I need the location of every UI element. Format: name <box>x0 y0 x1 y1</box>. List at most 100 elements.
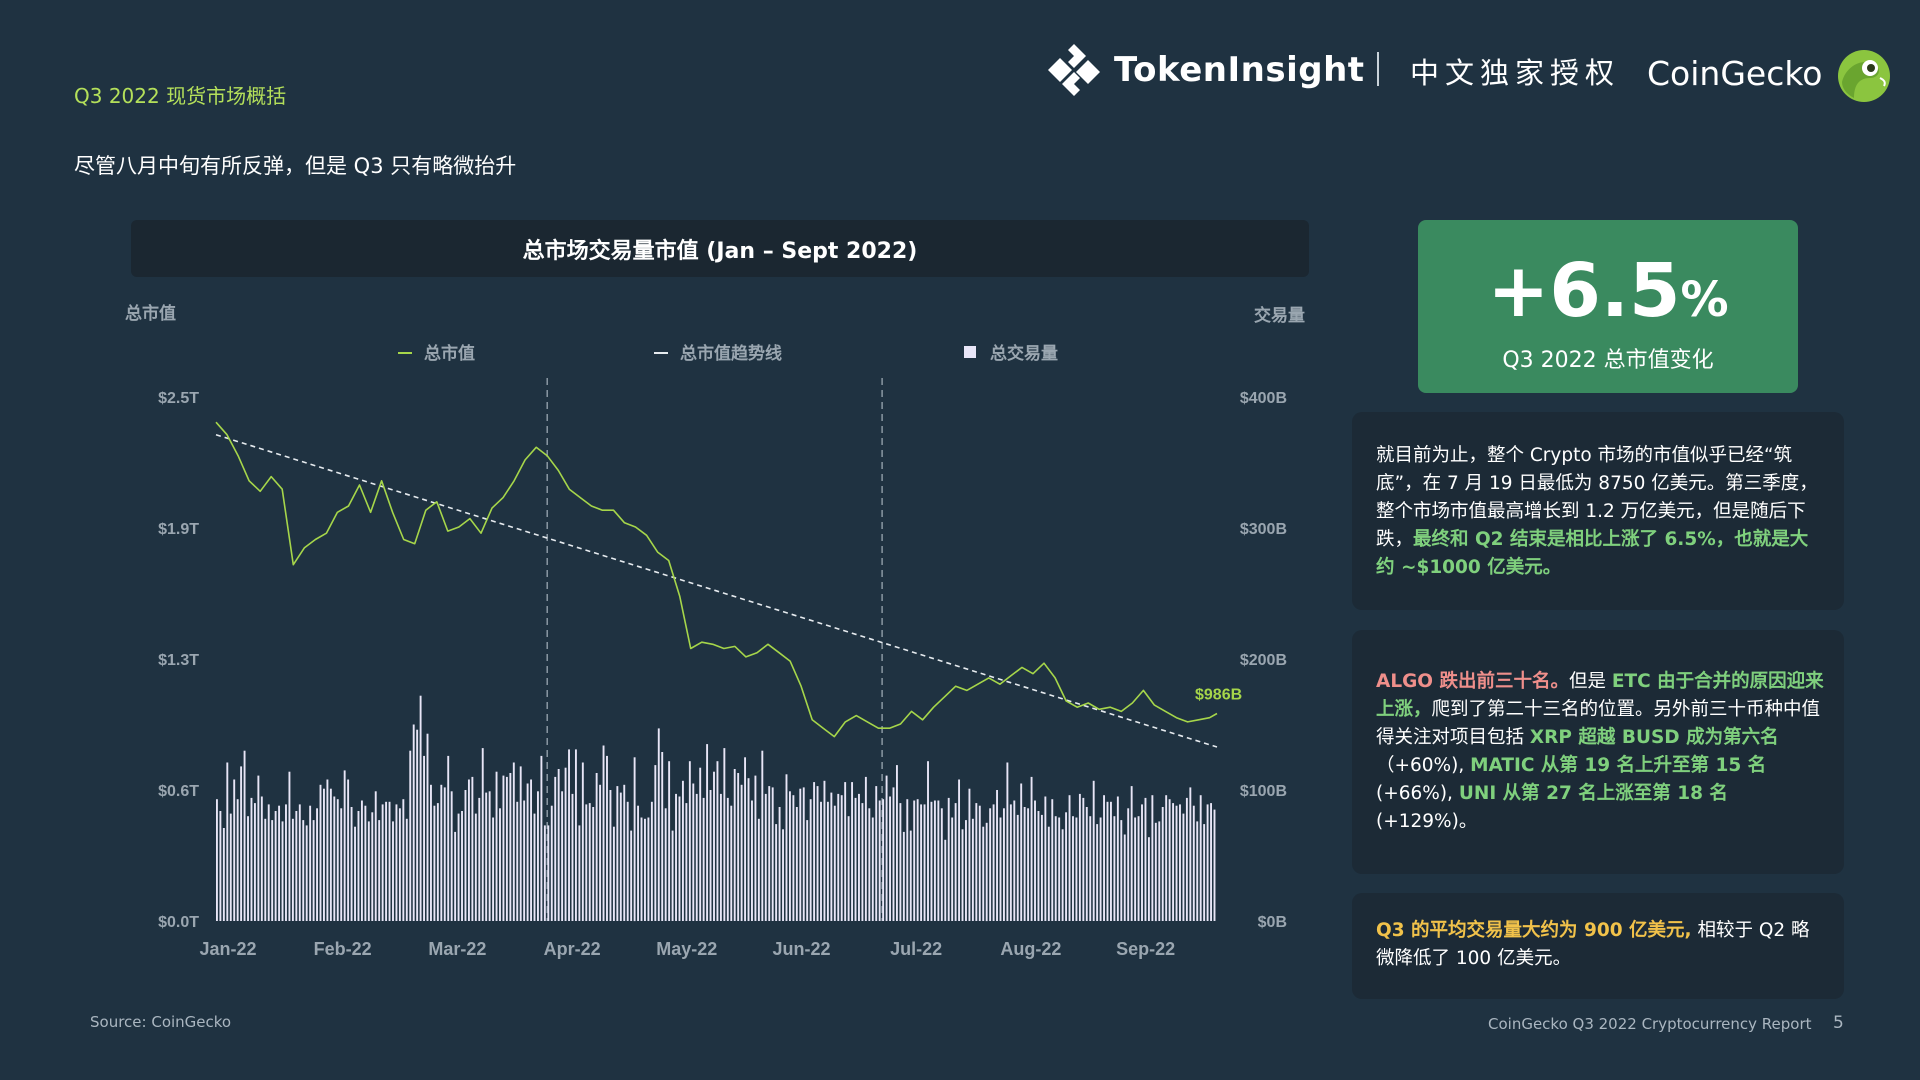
volume-bar <box>1085 807 1088 921</box>
volume-bar <box>578 825 581 921</box>
volume-bar <box>882 799 885 921</box>
volume-bar <box>1078 793 1081 921</box>
card-text-plain: 但是 <box>1568 671 1612 692</box>
volume-bar <box>823 780 826 921</box>
report-name: CoinGecko Q3 2022 Cryptocurrency Report <box>1488 1015 1812 1033</box>
volume-bar <box>430 784 432 921</box>
x-tick-label: Aug-22 <box>1000 939 1061 959</box>
card-text: ALGO 跌出前三十名。但是 ETC 由于合并的原因迎来上涨，爬到了第二十三名的… <box>1376 668 1831 836</box>
volume-bar <box>1103 795 1105 921</box>
volume-bar <box>1175 805 1178 921</box>
volume-bar <box>868 808 871 921</box>
volume-bar <box>454 831 457 921</box>
volume-bar <box>1210 803 1212 921</box>
volume-bar <box>633 757 636 922</box>
volume-bar <box>1089 816 1092 921</box>
chart-legend: 总市值 总市值趋势线 总交易量 <box>398 343 1058 363</box>
volume-bar <box>364 805 367 921</box>
volume-bar <box>347 779 350 921</box>
volume-bar <box>899 803 902 921</box>
volume-bar <box>1009 804 1012 921</box>
volume-bar <box>1068 795 1071 921</box>
volume-bar <box>920 804 923 921</box>
volume-bar <box>226 762 229 921</box>
volume-bar <box>927 761 929 921</box>
volume-bar <box>1054 816 1057 921</box>
volume-bar <box>612 826 615 921</box>
volume-bar <box>1213 809 1216 921</box>
y-left-tick-label: $1.9T <box>158 521 199 538</box>
volume-bar <box>1065 812 1068 921</box>
volume-bar <box>574 749 577 921</box>
volume-bar <box>978 805 981 921</box>
volume-bar <box>985 822 988 922</box>
volume-bar <box>902 831 905 921</box>
y-left-tick-label: $1.3T <box>158 652 199 669</box>
volume-bar <box>820 801 822 921</box>
volume-bar <box>1144 797 1147 921</box>
volume-bar <box>312 820 315 921</box>
volume-bar <box>761 750 764 921</box>
volume-bar <box>992 804 995 921</box>
volume-bar <box>354 826 356 921</box>
volume-bar <box>885 775 888 921</box>
volume-bar <box>971 818 974 921</box>
volume-bar <box>695 793 698 921</box>
volume-bar <box>806 820 809 921</box>
volume-bar <box>309 805 312 921</box>
volume-bar <box>1192 805 1195 921</box>
volume-bar <box>606 755 608 921</box>
volume-bar <box>1072 816 1074 921</box>
volume-bar <box>1082 797 1085 921</box>
volume-bar <box>923 804 926 921</box>
volume-bar <box>909 830 912 921</box>
x-tick-label: Jan-22 <box>199 939 256 959</box>
volume-bar <box>1168 799 1171 921</box>
volume-bar <box>730 805 733 921</box>
volume-bar <box>802 787 805 921</box>
volume-bar <box>1075 817 1078 921</box>
x-tick-label: Jul-22 <box>890 939 942 959</box>
volume-bar <box>392 821 394 921</box>
volume-bar <box>219 811 222 921</box>
volume-bar <box>1141 804 1143 921</box>
volume-bar <box>975 803 978 921</box>
volume-bar <box>751 800 753 921</box>
volume-bar <box>1182 813 1185 921</box>
volume-bar <box>526 783 529 921</box>
volume-bar <box>706 744 709 921</box>
x-tick-label: Feb-22 <box>314 939 372 959</box>
volume-bar <box>723 748 726 921</box>
volume-bar <box>298 804 301 921</box>
volume-bar <box>1002 808 1005 921</box>
y-right-tick-label: $400B <box>1240 390 1287 407</box>
volume-bar <box>543 825 546 921</box>
volume-bar <box>609 790 612 921</box>
volume-bar <box>1030 776 1033 921</box>
volume-bar <box>229 813 232 921</box>
volume-bar <box>1051 799 1054 921</box>
x-tick-label: Apr-22 <box>544 939 601 959</box>
volume-bar <box>671 830 674 921</box>
volume-bar <box>1016 814 1019 921</box>
volume-bar <box>954 803 957 921</box>
commentary-card-volume: Q3 的平均交易量大约为 900 亿美元, 相较于 Q2 略微降低了 100 亿… <box>1352 893 1844 999</box>
volume-bar <box>989 808 992 921</box>
volume-bar <box>281 821 284 921</box>
volume-bar <box>371 812 374 921</box>
volume-bar <box>502 775 505 921</box>
volume-bar <box>702 797 705 921</box>
volume-bar <box>1147 837 1150 921</box>
volume-bar <box>247 816 249 921</box>
volume-bar <box>464 790 467 921</box>
y-left-tick-label: $0.6T <box>158 783 199 800</box>
volume-bar <box>537 791 539 921</box>
volume-bar <box>419 695 422 921</box>
volume-bar <box>571 793 574 921</box>
volume-bar <box>495 771 498 921</box>
volume-bar <box>875 786 878 921</box>
volume-bar <box>343 770 346 921</box>
volume-bar <box>1189 787 1192 921</box>
volume-bar <box>840 795 843 921</box>
volume-bar <box>1106 801 1109 921</box>
